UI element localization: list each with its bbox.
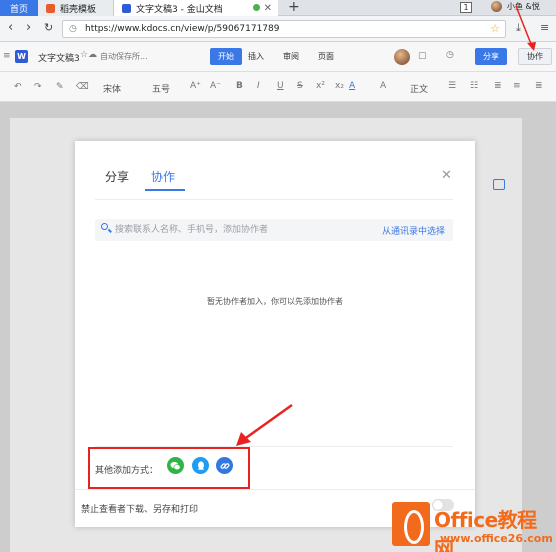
format-painter-icon[interactable]: ✎	[56, 82, 64, 92]
undo-icon[interactable]: ↶	[14, 82, 22, 92]
forward-icon[interactable]: ›	[26, 20, 31, 35]
tab-document-label: 文字文稿3 - 金山文档	[136, 4, 223, 15]
menu-page[interactable]: 页面	[318, 51, 334, 62]
highlight-icon[interactable]: A	[380, 81, 386, 91]
font-name-select[interactable]: 宋体	[103, 82, 121, 95]
save-state: 自动保存所...	[100, 52, 148, 61]
new-tab-icon[interactable]: +	[288, 0, 300, 15]
collab-button[interactable]: 协作	[518, 48, 552, 65]
menu-icon[interactable]: ≡	[540, 21, 549, 34]
bold-icon[interactable]: B	[236, 81, 243, 91]
share-button[interactable]: 分享	[475, 48, 507, 65]
tab-count-badge[interactable]: 1	[460, 2, 472, 13]
url-field[interactable]: ◷ https://www.kdocs.cn/view/p/5906717178…	[62, 20, 506, 38]
doc-title[interactable]: 文字文稿3	[38, 51, 80, 64]
menu-insert[interactable]: 插入	[248, 51, 264, 62]
search-icon	[101, 223, 108, 230]
divider	[75, 489, 475, 490]
format-toolbar: ↶ ↷ ✎ ⌫ 宋体 五号 A⁺ A⁻ B I U S x² x₂ A A 正文…	[0, 72, 556, 102]
align-left-icon[interactable]: ≣	[494, 81, 502, 91]
tab-document[interactable]: 文字文稿3 - 金山文档 ✕	[114, 0, 278, 16]
active-tab-indicator	[145, 189, 185, 191]
writer-logo-icon: W	[15, 50, 28, 63]
refresh-icon[interactable]: ↻	[44, 21, 53, 34]
subscript-icon[interactable]: x₂	[335, 81, 344, 91]
redo-icon[interactable]: ↷	[34, 82, 42, 92]
watermark-url: www.office26.com	[440, 532, 553, 545]
restrict-download-label: 禁止查看者下载、另存和打印	[81, 505, 199, 515]
tab-template[interactable]: 稻壳模板	[38, 0, 114, 16]
menu-start[interactable]: 开始	[210, 48, 242, 65]
strikethrough-icon[interactable]: S	[297, 81, 303, 91]
close-icon[interactable]: ✕	[441, 168, 452, 183]
history-icon[interactable]: ◷	[446, 50, 454, 60]
docer-icon	[46, 3, 55, 13]
page-info-icon: ◷	[69, 24, 77, 34]
select-from-contacts-link[interactable]: 从通讯录中选择	[382, 224, 445, 237]
tab-template-label: 稻壳模板	[60, 4, 97, 15]
app-toolbar: ≡ W 文字文稿3 ☆ ☁ 自动保存所... 开始 插入 审阅 页面 ▢ ◷ 分…	[0, 42, 556, 72]
star-icon[interactable]: ☆	[80, 50, 88, 60]
empty-state-text: 暂无协作者加入，你可以先添加协作者	[207, 297, 343, 306]
download-icon[interactable]: ⤓	[516, 21, 521, 35]
kdocs-icon	[122, 3, 131, 13]
tab-collab[interactable]: 协作	[151, 168, 175, 185]
search-input[interactable]	[115, 222, 365, 238]
bullet-list-icon[interactable]: ☰	[448, 81, 456, 91]
align-right-icon[interactable]: ≣	[535, 81, 543, 91]
url-text: https://www.kdocs.cn/view/p/59067171789	[85, 24, 280, 34]
divider	[95, 199, 453, 200]
status-dot-icon	[253, 4, 260, 11]
tab-home[interactable]: 首页	[0, 0, 38, 16]
tab-share[interactable]: 分享	[105, 168, 129, 185]
tab-home-label: 首页	[9, 4, 28, 15]
office26-watermark: Office教程网 www.office26.com	[390, 496, 556, 552]
star-icon[interactable]: ☆	[490, 22, 500, 35]
numbered-list-icon[interactable]: ☷	[470, 81, 478, 91]
device-icon[interactable]: ▢	[418, 51, 427, 61]
font-size-select[interactable]: 五号	[152, 82, 170, 95]
user-profile[interactable]: 小鱼 &悦	[491, 1, 540, 12]
superscript-icon[interactable]: x²	[316, 81, 325, 91]
cloud-icon: ☁	[88, 50, 97, 60]
hamburger-icon[interactable]: ≡	[3, 51, 11, 61]
browser-tab-strip: 首页 稻壳模板 文字文稿3 - 金山文档 ✕ + 1 小鱼 &悦	[0, 0, 556, 16]
menu-review[interactable]: 审阅	[283, 51, 299, 62]
annotation-highlight-box	[88, 447, 250, 489]
office-logo-icon	[392, 502, 430, 546]
collaborator-search: 从通讯录中选择	[95, 219, 453, 241]
avatar	[491, 1, 502, 12]
avatar[interactable]	[394, 49, 410, 65]
grow-font-icon[interactable]: A⁺	[190, 81, 201, 91]
back-icon[interactable]: ‹	[8, 20, 13, 35]
eraser-icon[interactable]: ⌫	[76, 82, 89, 92]
address-bar-row: ‹ › ↻ ◷ https://www.kdocs.cn/view/p/5906…	[0, 16, 556, 42]
comment-icon[interactable]	[493, 179, 505, 190]
underline-icon[interactable]: U	[277, 81, 284, 91]
close-icon[interactable]: ✕	[264, 3, 272, 14]
font-color-icon[interactable]: A	[349, 81, 355, 91]
paragraph-style-select[interactable]: 正文	[410, 82, 428, 95]
italic-icon[interactable]: I	[257, 81, 260, 91]
shrink-font-icon[interactable]: A⁻	[210, 81, 221, 91]
user-name: 小鱼 &悦	[507, 2, 540, 11]
align-center-icon[interactable]: ≡	[513, 81, 521, 91]
